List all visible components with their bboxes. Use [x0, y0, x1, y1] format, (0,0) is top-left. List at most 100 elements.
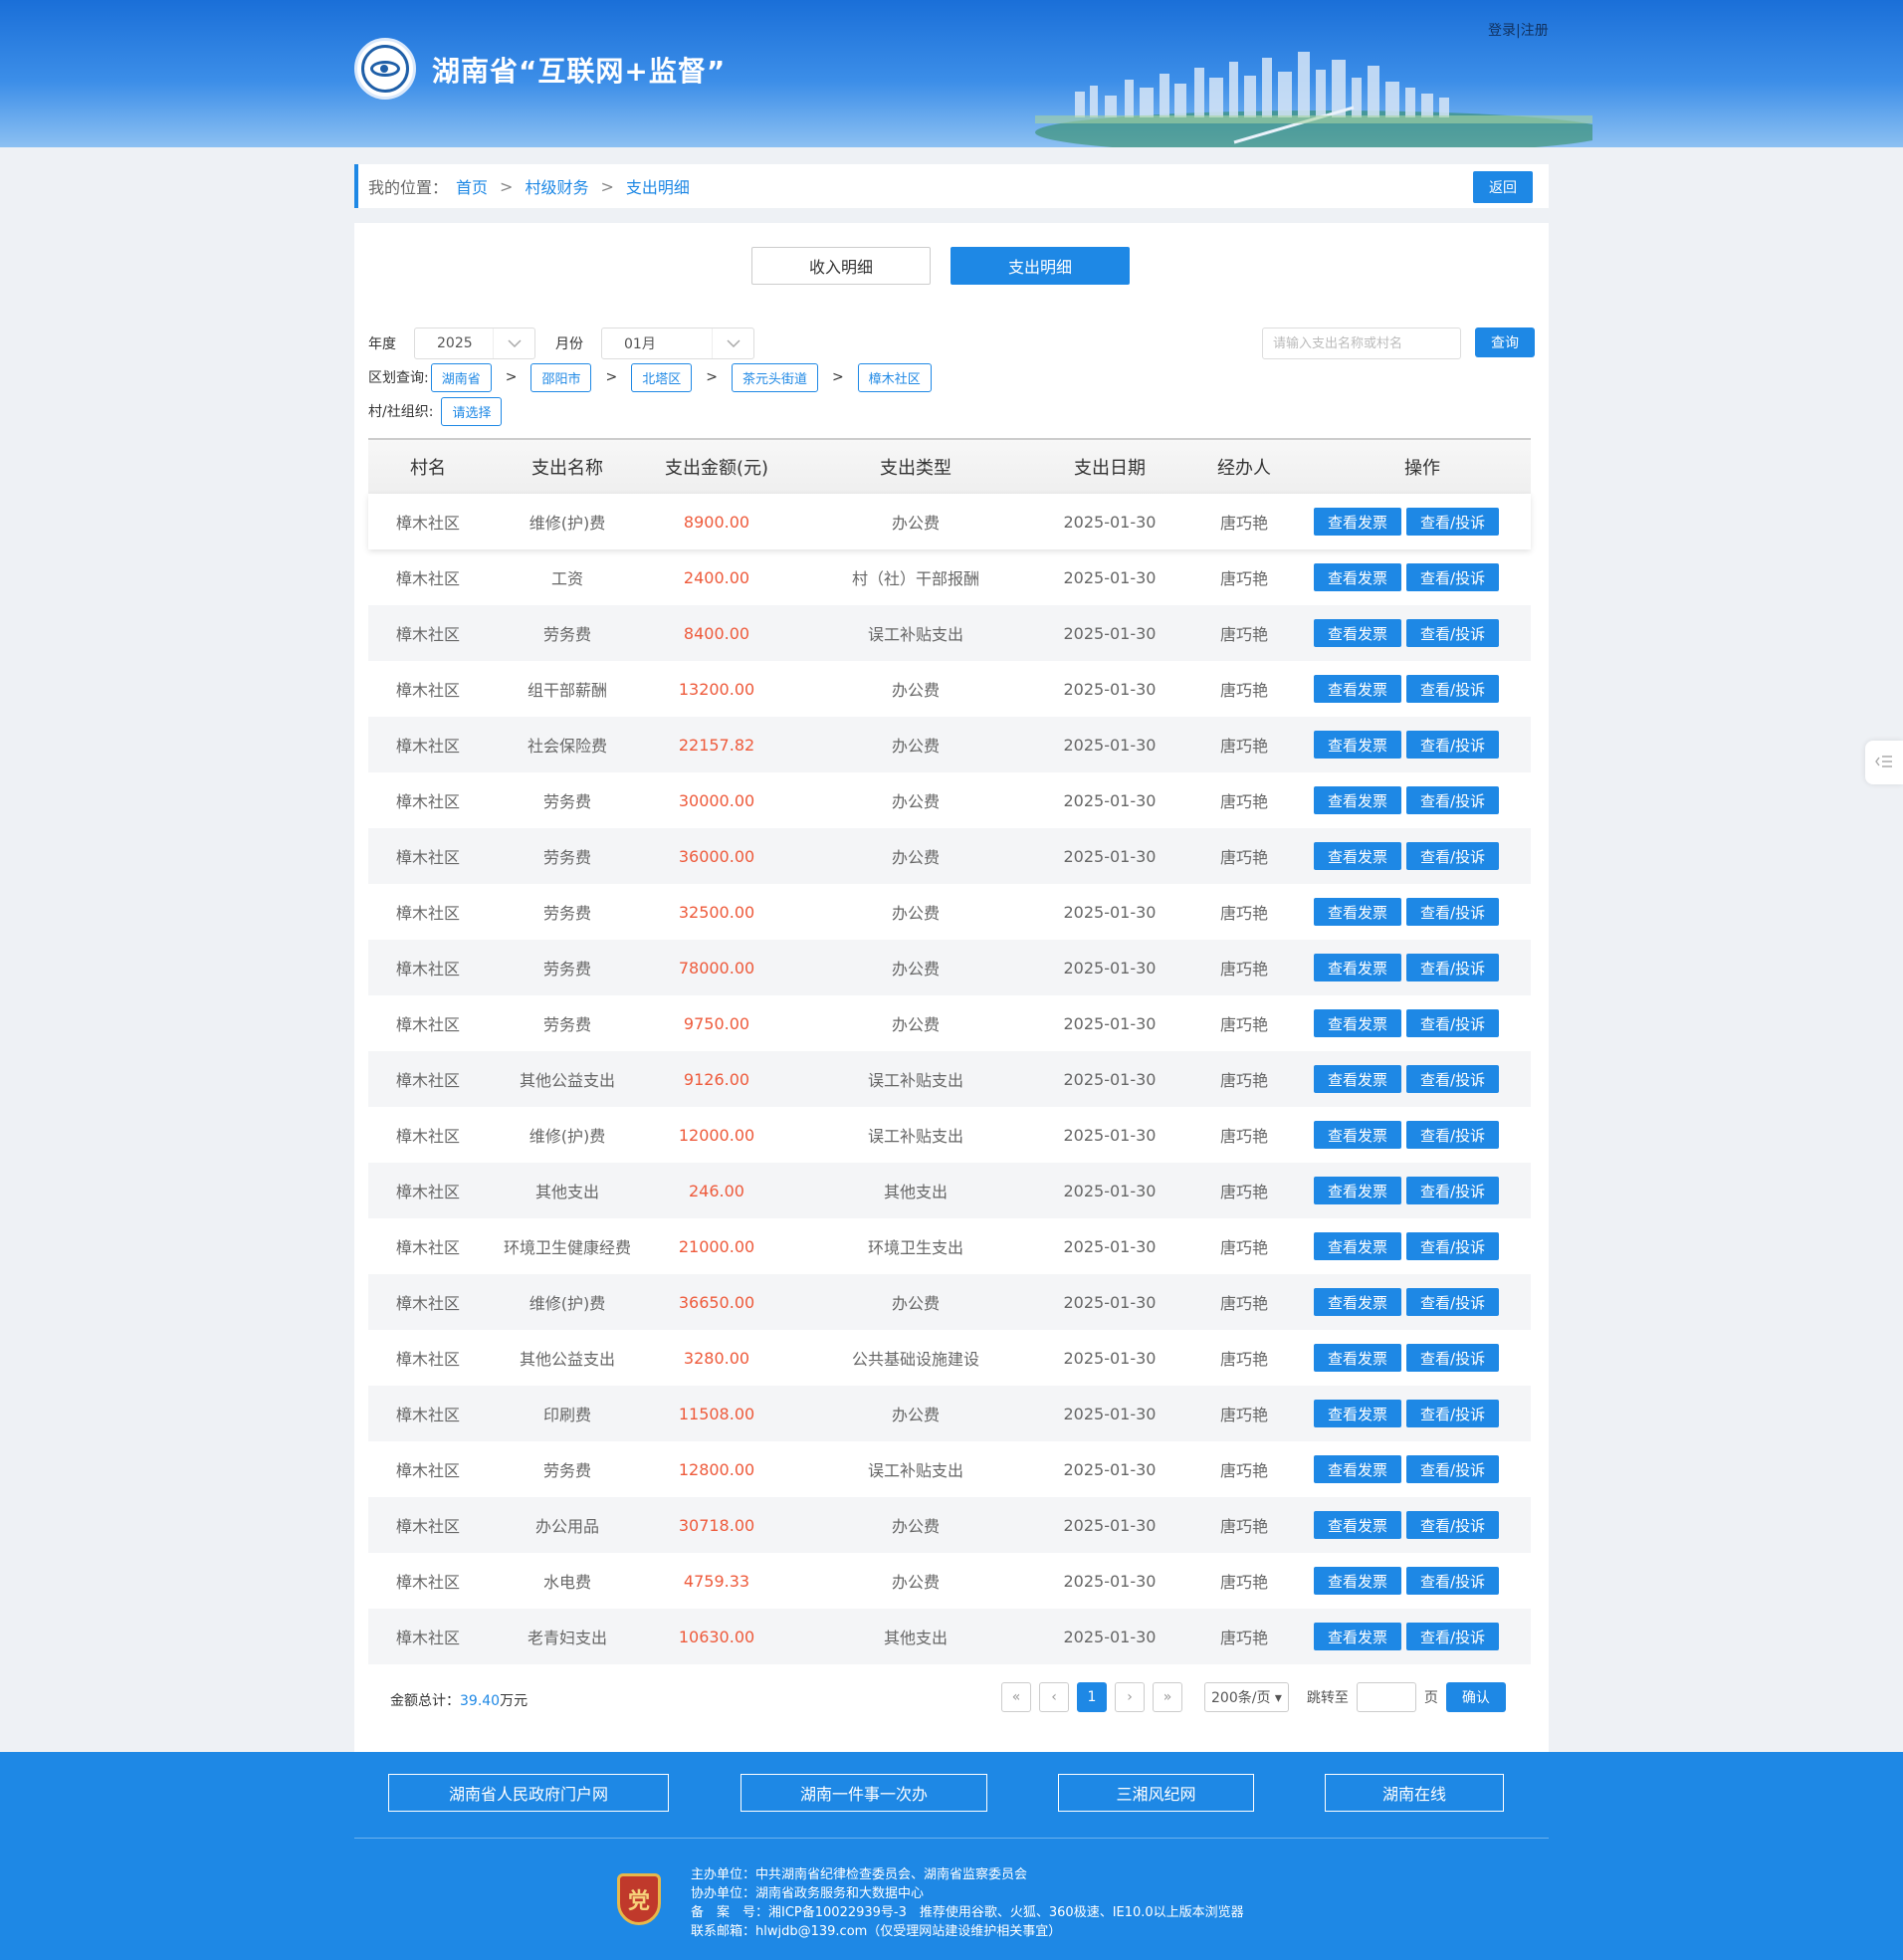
cell-date: 2025-01-30	[1063, 1571, 1157, 1591]
cell-handler: 唐巧艳	[1219, 681, 1268, 700]
view-complaint-button[interactable]: 查看/投诉	[1406, 842, 1500, 870]
view-complaint-button[interactable]: 查看/投诉	[1406, 1511, 1500, 1539]
footer-link-hunan-online[interactable]: 湖南在线	[1325, 1774, 1504, 1812]
view-complaint-button[interactable]: 查看/投诉	[1406, 954, 1500, 981]
cell-handler: 唐巧艳	[1219, 1294, 1268, 1313]
footer-link-gov-portal[interactable]: 湖南省人民政府门户网	[388, 1774, 669, 1812]
view-complaint-button[interactable]: 查看/投诉	[1406, 1232, 1500, 1260]
view-invoice-button[interactable]: 查看发票	[1314, 1623, 1402, 1650]
cell-type: 办公费	[891, 848, 940, 867]
register-link[interactable]: 注册	[1521, 23, 1549, 39]
view-complaint-button[interactable]: 查看/投诉	[1406, 675, 1500, 703]
view-complaint-button[interactable]: 查看/投诉	[1406, 1623, 1500, 1650]
view-complaint-button[interactable]: 查看/投诉	[1406, 1065, 1500, 1093]
next-page-button[interactable]: ›	[1115, 1682, 1145, 1712]
view-invoice-button[interactable]: 查看发票	[1314, 1177, 1402, 1204]
footer-link-sanxiang[interactable]: 三湘风纪网	[1058, 1774, 1254, 1812]
view-complaint-button[interactable]: 查看/投诉	[1406, 1177, 1500, 1204]
view-invoice-button[interactable]: 查看发票	[1314, 1288, 1402, 1316]
site-logo[interactable]	[354, 38, 416, 100]
footer-link-one-thing[interactable]: 湖南一件事一次办	[740, 1774, 987, 1812]
region-district[interactable]: 北塔区	[631, 362, 693, 392]
view-complaint-button[interactable]: 查看/投诉	[1406, 898, 1500, 926]
view-complaint-button[interactable]: 查看/投诉	[1406, 786, 1500, 814]
breadcrumb-village-finance[interactable]: 村级财务	[525, 174, 588, 198]
cell-handler: 唐巧艳	[1219, 569, 1268, 588]
view-invoice-button[interactable]: 查看发票	[1314, 954, 1402, 981]
view-invoice-button[interactable]: 查看发票	[1314, 1121, 1402, 1149]
view-invoice-button[interactable]: 查看发票	[1314, 1232, 1402, 1260]
table-row: 樟木社区 维修(护)费 12000.00 误工补贴支出 2025-01-30 唐巧艳 查看发…	[368, 1107, 1531, 1163]
year-select[interactable]: 2025	[414, 327, 535, 359]
breadcrumb-home[interactable]: 首页	[456, 174, 488, 198]
view-complaint-button[interactable]: 查看/投诉	[1406, 563, 1500, 591]
table-header: 村名 支出名称 支出金额(元) 支出类型 支出日期 经办人 操作	[368, 440, 1531, 494]
cell-type: 办公费	[891, 960, 940, 979]
cell-expense-name: 其他公益支出	[519, 1350, 615, 1369]
month-select[interactable]: 01月	[601, 327, 754, 359]
region-community[interactable]: 樟木社区	[857, 362, 932, 392]
region-city[interactable]: 邵阳市	[530, 362, 592, 392]
view-invoice-button[interactable]: 查看发票	[1314, 619, 1402, 647]
cell-handler: 唐巧艳	[1219, 1071, 1268, 1090]
breadcrumb-expense-detail[interactable]: 支出明细	[626, 174, 690, 198]
cell-date: 2025-01-30	[1063, 679, 1157, 699]
view-complaint-button[interactable]: 查看/投诉	[1406, 731, 1500, 759]
view-complaint-button[interactable]: 查看/投诉	[1406, 1121, 1500, 1149]
cell-amount: 4759.33	[683, 1571, 750, 1591]
view-invoice-button[interactable]: 查看发票	[1314, 1511, 1402, 1539]
table-row: 樟木社区 其他支出 246.00 其他支出 2025-01-30 唐巧艳 查看发票 查看/投诉	[368, 1163, 1531, 1218]
view-invoice-button[interactable]: 查看发票	[1314, 1009, 1402, 1037]
view-invoice-button[interactable]: 查看发票	[1314, 786, 1402, 814]
last-page-button[interactable]: »	[1153, 1682, 1182, 1712]
view-complaint-button[interactable]: 查看/投诉	[1406, 1567, 1500, 1595]
view-complaint-button[interactable]: 查看/投诉	[1406, 1344, 1500, 1372]
cell-date: 2025-01-30	[1063, 790, 1157, 810]
region-street[interactable]: 茶元头街道	[731, 362, 818, 392]
view-invoice-button[interactable]: 查看发票	[1314, 842, 1402, 870]
tab-expense-detail[interactable]: 支出明细	[951, 247, 1130, 285]
cell-village: 樟木社区	[395, 1183, 460, 1201]
region-province[interactable]: 湖南省	[430, 362, 492, 392]
cell-village: 樟木社区	[395, 1350, 460, 1369]
jump-page-input[interactable]	[1356, 1682, 1416, 1712]
view-invoice-button[interactable]: 查看发票	[1314, 563, 1402, 591]
view-invoice-button[interactable]: 查看发票	[1314, 1065, 1402, 1093]
table-row: 樟木社区 水电费 4759.33 办公费 2025-01-30 唐巧艳 查看发票 查看/投诉	[368, 1553, 1531, 1609]
prev-page-button[interactable]: ‹	[1039, 1682, 1069, 1712]
view-invoice-button[interactable]: 查看发票	[1314, 675, 1402, 703]
jump-confirm-button[interactable]: 确认	[1445, 1682, 1506, 1712]
view-invoice-button[interactable]: 查看发票	[1314, 1567, 1402, 1595]
view-invoice-button[interactable]: 查看发票	[1314, 1400, 1402, 1427]
table-row: 樟木社区 劳务费 12800.00 误工补贴支出 2025-01-30 唐巧艳 查看发票 查看…	[368, 1441, 1531, 1497]
cell-amount: 13200.00	[678, 679, 755, 699]
region-separator: >	[605, 369, 618, 385]
view-invoice-button[interactable]: 查看发票	[1314, 898, 1402, 926]
view-invoice-button[interactable]: 查看发票	[1314, 1344, 1402, 1372]
view-complaint-button[interactable]: 查看/投诉	[1406, 619, 1500, 647]
org-select-button[interactable]: 请选择	[441, 396, 503, 426]
page-size-select[interactable]: 200条/页 ▾	[1204, 1682, 1289, 1712]
view-invoice-button[interactable]: 查看发票	[1314, 731, 1402, 759]
cell-amount: 2400.00	[683, 567, 750, 587]
cell-expense-name: 办公用品	[534, 1517, 599, 1536]
page-number-button[interactable]: 1	[1077, 1682, 1107, 1712]
view-invoice-button[interactable]: 查看发票	[1314, 1455, 1402, 1483]
party-badge-icon[interactable]: 党	[617, 1873, 661, 1925]
view-complaint-button[interactable]: 查看/投诉	[1406, 1288, 1500, 1316]
tab-income-detail[interactable]: 收入明细	[751, 247, 931, 285]
org-label: 村/社组织:	[368, 404, 434, 420]
login-link[interactable]: 登录	[1488, 23, 1516, 39]
view-invoice-button[interactable]: 查看发票	[1314, 508, 1402, 536]
view-complaint-button[interactable]: 查看/投诉	[1406, 1400, 1500, 1427]
first-page-button[interactable]: «	[1001, 1682, 1031, 1712]
search-input[interactable]	[1262, 327, 1461, 359]
back-button[interactable]: 返回	[1473, 171, 1533, 203]
side-menu-tab[interactable]	[1865, 741, 1903, 784]
query-button[interactable]: 查询	[1475, 327, 1535, 357]
view-complaint-button[interactable]: 查看/投诉	[1406, 508, 1500, 536]
view-complaint-button[interactable]: 查看/投诉	[1406, 1455, 1500, 1483]
cell-date: 2025-01-30	[1063, 623, 1157, 643]
view-complaint-button[interactable]: 查看/投诉	[1406, 1009, 1500, 1037]
region-separator: >	[505, 369, 518, 385]
